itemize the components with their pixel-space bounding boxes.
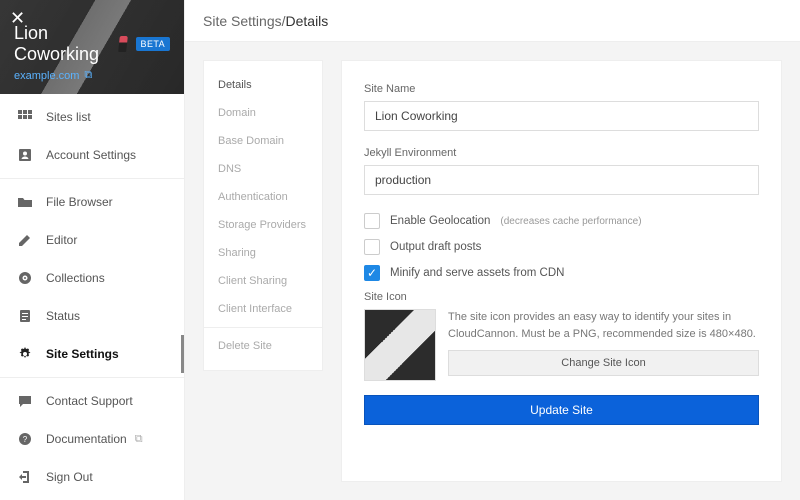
site-title-text: Lion Coworking <box>14 23 115 65</box>
nav-label: Contact Support <box>46 394 133 408</box>
site-domain-text: example.com <box>14 70 79 82</box>
nav-section-site: File Browser Editor Collections Status S… <box>0 178 184 377</box>
settings-nav-sharing[interactable]: Sharing <box>204 239 322 267</box>
env-input[interactable] <box>364 165 759 195</box>
minify-checkbox[interactable]: ✓ <box>364 265 380 281</box>
nav-status[interactable]: Status <box>0 297 184 335</box>
settings-nav-details[interactable]: Details <box>204 71 322 99</box>
minify-row: ✓ Minify and serve assets from CDN <box>364 265 759 281</box>
crumb-current: Details <box>286 13 329 29</box>
update-site-button[interactable]: Update Site <box>364 395 759 425</box>
nav-label: Collections <box>46 271 105 285</box>
person-icon <box>16 146 34 164</box>
site-hero: ✕ Lion Coworking BETA example.com ⧉ <box>0 0 184 94</box>
main: Site Settings / Details Details Domain B… <box>185 0 800 500</box>
folder-icon <box>16 193 34 211</box>
settings-nav-storage-providers[interactable]: Storage Providers <box>204 211 322 239</box>
nav-section-footer: Contact Support ? Documentation ⧉ Sign O… <box>0 377 184 500</box>
nav-editor[interactable]: Editor <box>0 221 184 259</box>
nav-sign-out[interactable]: Sign Out <box>0 458 184 496</box>
external-link-icon: ⧉ <box>135 433 143 446</box>
nav-site-settings[interactable]: Site Settings <box>0 335 184 373</box>
settings-nav-authentication[interactable]: Authentication <box>204 183 322 211</box>
settings-nav-base-domain[interactable]: Base Domain <box>204 127 322 155</box>
settings-panel: Site Name Jekyll Environment Enable Geol… <box>341 60 782 482</box>
site-domain-link[interactable]: example.com ⧉ <box>14 69 170 82</box>
settings-nav-domain[interactable]: Domain <box>204 99 322 127</box>
nav-section-account: Sites list Account Settings <box>0 94 184 178</box>
nav-account-settings[interactable]: Account Settings <box>0 136 184 174</box>
nav-label: Documentation <box>46 432 127 446</box>
nav-label: Account Settings <box>46 148 136 162</box>
settings-nav-delete-site[interactable]: Delete Site <box>204 332 322 360</box>
nav-label: File Browser <box>46 195 113 209</box>
geo-hint: (decreases cache performance) <box>500 216 641 227</box>
nav-collections[interactable]: Collections <box>0 259 184 297</box>
site-icon-right: The site icon provides an easy way to id… <box>448 309 759 381</box>
nav-label: Status <box>46 309 80 323</box>
site-name-label: Site Name <box>364 83 759 95</box>
nav-documentation[interactable]: ? Documentation ⧉ <box>0 420 184 458</box>
settings-nav-client-sharing[interactable]: Client Sharing <box>204 267 322 295</box>
close-icon[interactable]: ✕ <box>10 8 25 29</box>
divider <box>204 327 322 328</box>
nav-file-browser[interactable]: File Browser <box>0 183 184 221</box>
external-link-icon: ⧉ <box>84 69 92 82</box>
settings-nav: Details Domain Base Domain DNS Authentic… <box>203 60 323 371</box>
minify-label: Minify and serve assets from CDN <box>390 267 564 279</box>
settings-nav-dns[interactable]: DNS <box>204 155 322 183</box>
geo-label: Enable Geolocation <box>390 215 490 227</box>
pencil-icon <box>16 231 34 249</box>
nav-label: Sign Out <box>46 470 93 484</box>
site-icon-row: The site icon provides an easy way to id… <box>364 309 759 381</box>
collections-icon <box>16 269 34 287</box>
change-site-icon-button[interactable]: Change Site Icon <box>448 350 759 376</box>
help-icon: ? <box>16 430 34 448</box>
breadcrumb: Site Settings / Details <box>185 0 800 42</box>
settings-nav-client-interface[interactable]: Client Interface <box>204 295 322 323</box>
beta-badge: BETA <box>136 37 170 51</box>
geo-checkbox[interactable] <box>364 213 380 229</box>
site-icon-label: Site Icon <box>364 291 759 303</box>
nav-contact-support[interactable]: Contact Support <box>0 382 184 420</box>
clipboard-icon <box>16 307 34 325</box>
site-name-input[interactable] <box>364 101 759 131</box>
sidebar: ✕ Lion Coworking BETA example.com ⧉ Site… <box>0 0 185 500</box>
drafts-row: Output draft posts <box>364 239 759 255</box>
site-title: Lion Coworking BETA <box>14 23 170 65</box>
env-label: Jekyll Environment <box>364 147 759 159</box>
nav-label: Editor <box>46 233 77 247</box>
drafts-label: Output draft posts <box>390 241 481 253</box>
nav-sites-list[interactable]: Sites list <box>0 98 184 136</box>
crumb-root[interactable]: Site Settings <box>203 13 282 29</box>
nav-label: Site Settings <box>46 347 119 361</box>
svg-text:?: ? <box>23 435 28 444</box>
content: Details Domain Base Domain DNS Authentic… <box>185 42 800 500</box>
gear-icon <box>16 345 34 363</box>
site-icon-thumbnail <box>364 309 436 381</box>
site-icon-description: The site icon provides an easy way to id… <box>448 309 759 342</box>
lipstick-icon <box>119 36 129 52</box>
drafts-checkbox[interactable] <box>364 239 380 255</box>
grid-icon <box>16 108 34 126</box>
chat-icon <box>16 392 34 410</box>
sign-out-icon <box>16 468 34 486</box>
nav-label: Sites list <box>46 110 91 124</box>
geo-row: Enable Geolocation (decreases cache perf… <box>364 213 759 229</box>
